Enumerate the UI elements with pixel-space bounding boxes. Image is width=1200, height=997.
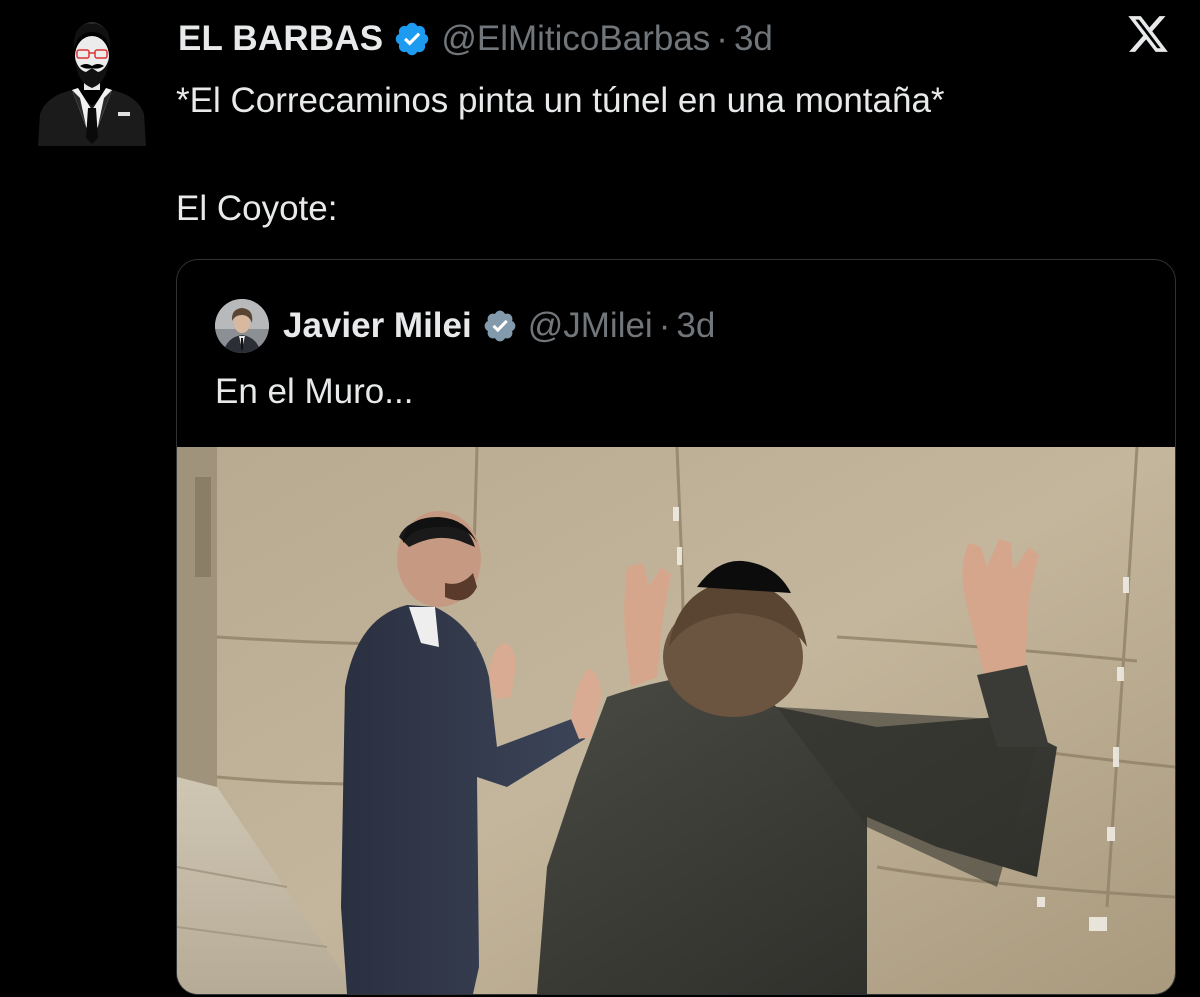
tweet-text: *El Correcaminos pinta un túnel en una m…: [176, 81, 945, 228]
author-avatar[interactable]: [36, 14, 148, 146]
quoted-author-handle[interactable]: @JMilei: [528, 306, 653, 346]
author-handle[interactable]: @ElMiticoBarbas: [441, 19, 710, 59]
verified-badge-icon: [396, 22, 429, 56]
quoted-author-avatar[interactable]: [215, 299, 269, 353]
quoted-tweet-timestamp[interactable]: 3d: [676, 306, 715, 346]
verified-badge-icon: [484, 310, 516, 342]
tweet-timestamp[interactable]: 3d: [734, 19, 773, 59]
quoted-tweet[interactable]: Javier Milei @JMilei · 3d En el Muro...: [176, 259, 1176, 995]
quoted-tweet-photo[interactable]: [177, 447, 1175, 994]
quoted-author-display-name[interactable]: Javier Milei: [283, 306, 472, 346]
quoted-tweet-header: Javier Milei @JMilei · 3d: [215, 298, 715, 354]
author-display-name[interactable]: EL BARBAS: [178, 19, 383, 59]
tweet-header: EL BARBAS @ElMiticoBarbas · 3d: [178, 16, 773, 62]
x-logo-icon: [1128, 16, 1168, 52]
separator-dot: ·: [716, 19, 728, 58]
tweet-card[interactable]: EL BARBAS @ElMiticoBarbas · 3d *El Corre…: [0, 0, 1200, 997]
quoted-tweet-text: En el Muro...: [215, 372, 414, 411]
separator-dot: ·: [658, 306, 671, 345]
